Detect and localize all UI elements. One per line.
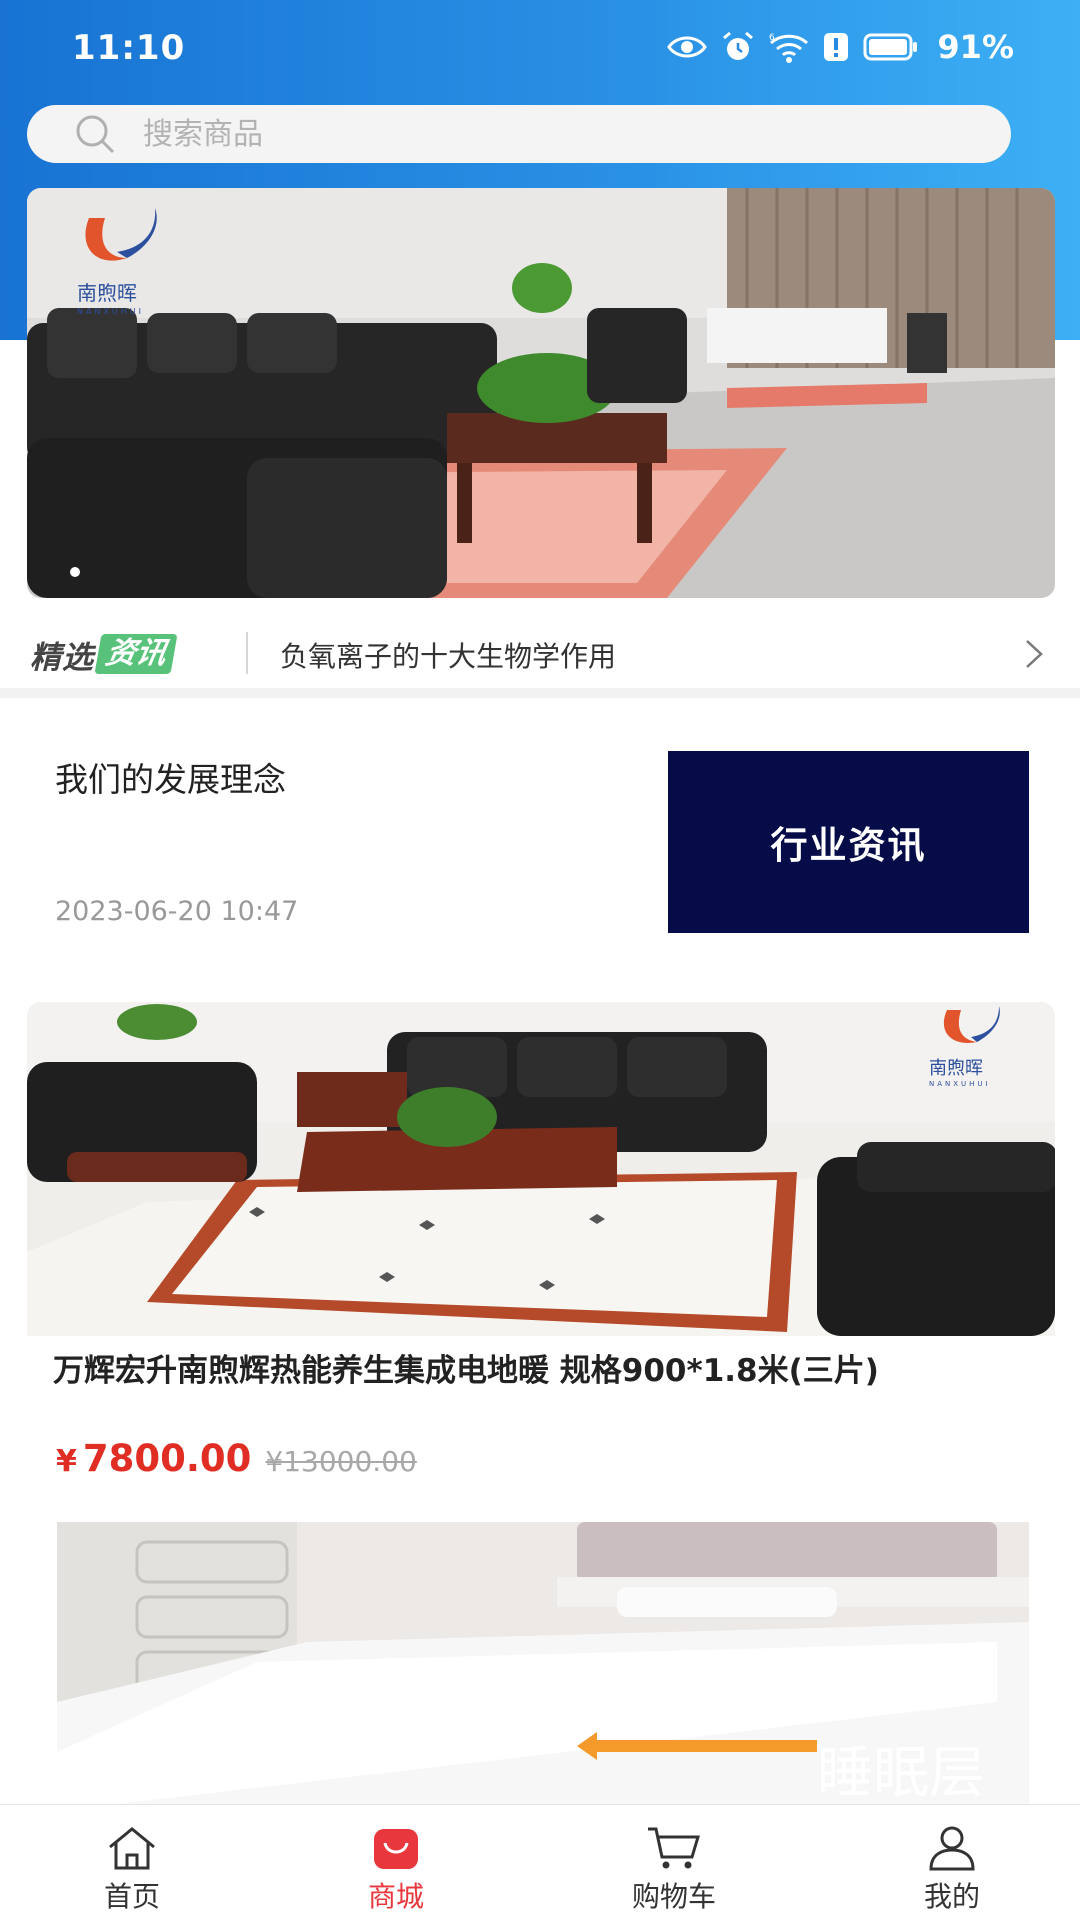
tab-profile-label: 我的 [923,1880,980,1913]
bottom-tab-bar: 首页 商城 购物车 我的 [0,1804,1080,1920]
news-badge: 精选 资讯 [30,634,178,676]
status-icons: 6 91% [667,28,1014,66]
alarm-icon [723,31,754,60]
home-icon [109,1827,155,1870]
shopping-bag-icon [374,1829,418,1869]
eye-icon [667,36,708,58]
news-divider [246,632,248,674]
battery-percentage: 91% [937,28,1014,66]
news-ticker[interactable]: 精选 资讯 负氧离子的十大生物学作用 [0,610,1080,698]
banner-image: 南煦晖 NANXUHUI [27,188,1055,598]
status-time: 11:10 [72,28,186,68]
notification-icon [824,33,849,61]
original-price: ¥13000.00 [265,1445,417,1478]
search-icon [76,115,115,154]
banner-carousel[interactable]: 南煦晖 NANXUHUI [27,188,1055,598]
wifi-6-icon: 6 [769,33,809,63]
product-image-graphic: 南煦晖 NANXUHUI [27,1002,1055,1336]
user-icon [929,1826,975,1871]
tab-mall[interactable]: 商城 [326,1805,466,1920]
svg-text:6: 6 [769,33,775,43]
news-headline[interactable]: 负氧离子的十大生物学作用 [280,635,616,675]
current-price: 7800.00 [82,1437,252,1480]
tab-cart[interactable]: 购物车 [604,1805,744,1920]
product-image-brand: 南煦晖 [929,1058,983,1079]
product-title[interactable]: 万辉宏升南煦辉热能养生集成电地暖 规格900*1.8米(三片) [53,1352,1013,1390]
article-date: 2023-06-20 10:47 [55,896,299,927]
news-badge-featured: 精选 [30,639,94,676]
cart-icon [648,1827,701,1869]
status-bar: 11:10 6 91% [0,0,1080,100]
article-thumbnail-text: 行业资讯 [770,824,927,867]
news-badge-info: 资讯 [94,634,178,674]
search-input[interactable] [143,116,963,152]
price-currency: ¥ [56,1444,77,1479]
banner-brand: 南煦晖 [77,281,137,305]
product-image-caption: 睡眠层 [817,1741,985,1804]
banner-brand-en: NANXUHUI [77,307,144,316]
tab-mall-label: 商城 [367,1880,424,1913]
tab-profile[interactable]: 我的 [882,1805,1022,1920]
tab-home-label: 首页 [103,1880,160,1913]
tab-home[interactable]: 首页 [62,1805,202,1920]
tab-cart-label: 购物车 [631,1880,716,1913]
product-image-brand-en: NANXUHUI [929,1080,991,1088]
battery-icon [863,33,918,61]
chevron-right-icon[interactable] [1024,638,1044,670]
article-card[interactable]: 我们的发展理念 2023-06-20 10:47 行业资讯 [0,708,1080,970]
search-bar[interactable] [27,105,1011,163]
product-image[interactable]: 睡眠层 [57,1522,1029,1804]
product-image[interactable]: 南煦晖 NANXUHUI [27,1002,1055,1336]
article-title[interactable]: 我们的发展理念 [55,753,286,801]
product-image-graphic: 睡眠层 [57,1522,1029,1804]
app-screen: 11:10 6 91% 搜索商品 南煦晖 NANXUHUI 精选 资讯 负氧离子… [0,0,1080,1920]
article-thumbnail[interactable]: 行业资讯 [668,751,1029,933]
price-row: ¥ 7800.00 ¥13000.00 [56,1437,417,1480]
carousel-indicator-dot[interactable] [70,567,80,577]
